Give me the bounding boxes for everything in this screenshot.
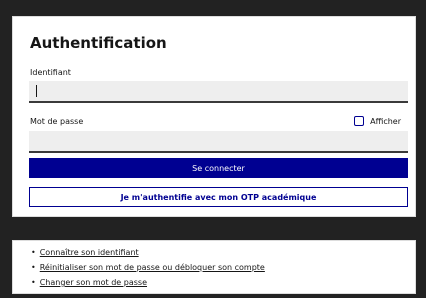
password-input[interactable] xyxy=(29,131,408,153)
password-label: Mot de passe xyxy=(30,117,84,126)
bullet-icon: • xyxy=(31,278,36,287)
authentication-card: Authentification Identifiant Mot de pass… xyxy=(12,16,416,217)
show-password-label: Afficher xyxy=(370,116,401,126)
page-title: Authentification xyxy=(30,34,167,52)
otp-login-button[interactable]: Je m'authentifie avec mon OTP académique xyxy=(29,187,408,207)
login-button[interactable]: Se connecter xyxy=(29,158,408,178)
show-password-checkbox[interactable] xyxy=(354,116,365,126)
text-caret xyxy=(36,85,37,97)
find-identifier-link[interactable]: Connaître son identifiant xyxy=(40,248,139,257)
list-item: • Connaître son identifiant xyxy=(31,248,139,257)
help-links-card: • Connaître son identifiant • Réinitiali… xyxy=(12,240,416,294)
list-item: • Changer son mot de passe xyxy=(31,278,147,287)
identifier-label: Identifiant xyxy=(30,68,71,77)
bullet-icon: • xyxy=(31,248,36,257)
identifier-input[interactable] xyxy=(29,81,408,103)
reset-password-link[interactable]: Réinitialiser son mot de passe ou débloq… xyxy=(40,263,265,272)
list-item: • Réinitialiser son mot de passe ou débl… xyxy=(31,263,265,272)
change-password-link[interactable]: Changer son mot de passe xyxy=(40,278,147,287)
show-password-toggle[interactable]: Afficher xyxy=(354,116,401,126)
bullet-icon: • xyxy=(31,263,36,272)
